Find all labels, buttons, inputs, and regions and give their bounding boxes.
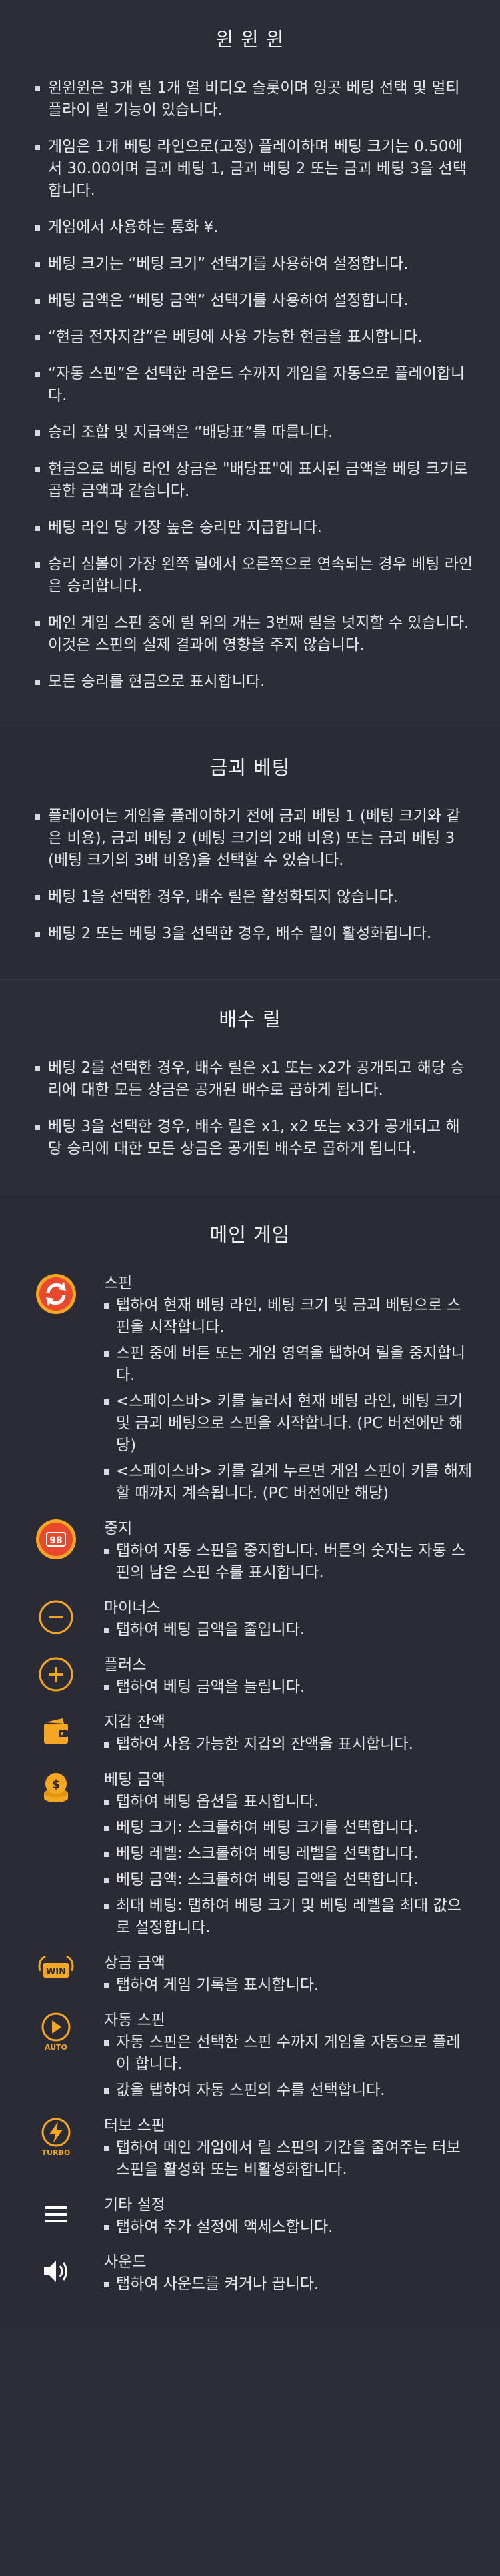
turbo-spin-row: TURBO 터보 스핀 탭하여 메인 게임에서 릴 스핀의 기간을 줄여주는 터… <box>32 2115 473 2185</box>
list-item: 게임은 1개 베팅 라인으로(고정) 플레이하며 베팅 크기는 0.50에서 3… <box>35 136 473 202</box>
wallet-row: 지갑 잔액 탭하여 사용 가능한 지갑의 잔액을 표시합니다. <box>32 1712 473 1760</box>
rules-page: 윈 윈 윈 윈윈윈은 3개 릴 1개 열 비디오 슬롯이며 잉곳 베팅 선택 및… <box>0 0 500 2329</box>
list-item: 베팅 1을 선택한 경우, 배수 릴은 활성화되지 않습니다. <box>35 886 473 908</box>
row-title: 플러스 <box>104 1656 147 1674</box>
list-item: 탭하여 베팅 금액을 줄입니다. <box>104 1619 473 1641</box>
list-item: <스페이스바> 키를 눌러서 현재 베팅 라인, 베팅 크기 및 금괴 베팅으로… <box>104 1391 473 1457</box>
intro-list: 윈윈윈은 3개 릴 1개 열 비디오 슬롯이며 잉곳 베팅 선택 및 멀티플라이… <box>0 77 500 693</box>
list-item: 윈윈윈은 3개 릴 1개 열 비디오 슬롯이며 잉곳 베팅 선택 및 멀티플라이… <box>35 77 473 121</box>
stop-count-label: 98 <box>49 1535 62 1546</box>
list-item: 승리 심볼이 가장 왼쪽 릴에서 오른쪽으로 연속되는 경우 베팅 라인은 승리… <box>35 554 473 598</box>
gold-bet-list: 플레이어는 게임을 플레이하기 전에 금괴 베팅 1 (베팅 크기와 같은 비용… <box>0 806 500 945</box>
row-title: 기타 설정 <box>104 2196 165 2214</box>
intro-section: 윈 윈 윈 윈윈윈은 3개 릴 1개 열 비디오 슬롯이며 잉곳 베팅 선택 및… <box>0 0 500 728</box>
list-item: 탭하여 메인 게임에서 릴 스핀의 기간을 줄여주는 터보 스핀을 활성화 또는… <box>104 2137 473 2181</box>
section-title: 금괴 베팅 <box>209 756 291 779</box>
win-row: WIN 상금 금액 탭하여 게임 기록을 표시합니다. <box>32 1952 473 2000</box>
list-item: 자동 스핀은 선택한 스핀 수까지 게임을 자동으로 플레이 합니다. <box>104 2032 473 2076</box>
list-item: “자동 스핀”은 선택한 라운드 수까지 게임을 자동으로 플레이합니다. <box>35 363 473 407</box>
plus-icon <box>32 1654 80 1702</box>
list-item: 승리 조합 및 지급액은 “배당표”를 따릅니다. <box>35 422 473 444</box>
list-item: 베팅 3을 선택한 경우, 배수 릴은 x1, x2 또는 x3가 공개되고 해… <box>35 1116 473 1160</box>
list-item: <스페이스바> 키를 길게 누르면 게임 스핀이 키를 해제할 때까지 계속됩니… <box>104 1461 473 1505</box>
auto-spin-icon: AUTO <box>32 2010 80 2058</box>
sound-icon <box>32 2252 80 2299</box>
row-title: 마이너스 <box>104 1599 161 1616</box>
wallet-icon <box>32 1712 80 1760</box>
row-title: 중지 <box>104 1520 133 1537</box>
auto-label: AUTO <box>45 2043 67 2052</box>
list-item: 베팅 크기: 스크롤하여 베팅 크기를 선택합니다. <box>104 1817 473 1839</box>
list-item: 모든 승리를 현금으로 표시합니다. <box>35 671 473 693</box>
row-title: 스핀 <box>104 1275 133 1292</box>
list-item: 최대 베팅: 탭하여 베팅 크기 및 베팅 레벨을 최대 값으로 설정합니다. <box>104 1895 473 1939</box>
multiplier-reel-list: 베팅 2를 선택한 경우, 배수 릴은 x1 또는 x2가 공개되고 해당 승리… <box>0 1057 500 1160</box>
list-item: 탭하여 사용 가능한 지갑의 잔액을 표시합니다. <box>104 1734 473 1756</box>
stop-row: 98 중지 탭하여 자동 스핀을 중지합니다. 버튼의 숫자는 자동 스핀의 남… <box>32 1518 473 1588</box>
list-item: 탭하여 게임 기록을 표시합니다. <box>104 1974 473 1996</box>
win-label: WIN <box>46 1967 66 1977</box>
turbo-label: TURBO <box>42 2148 71 2157</box>
row-title: 터보 스핀 <box>104 2117 165 2134</box>
section-title: 윈 윈 윈 <box>215 28 285 51</box>
list-item: 탭하여 현재 베팅 라인, 베팅 크기 및 금괴 베팅으로 스핀을 시작합니다. <box>104 1295 473 1339</box>
list-item: 게임에서 사용하는 통화 ¥. <box>35 217 473 239</box>
list-item: 베팅 금액은 “베팅 금액” 선택기를 사용하여 설정합니다. <box>35 290 473 312</box>
list-item: 플레이어는 게임을 플레이하기 전에 금괴 베팅 1 (베팅 크기와 같은 비용… <box>35 806 473 872</box>
list-item: 탭하여 자동 스핀을 중지합니다. 버튼의 숫자는 자동 스핀의 남은 스핀 수… <box>104 1540 473 1584</box>
plus-row: 플러스 탭하여 베팅 금액을 늘립니다. <box>32 1654 473 1702</box>
list-item: 탭하여 추가 설정에 액세스합니다. <box>104 2216 473 2238</box>
list-item: 베팅 2 또는 베팅 3을 선택한 경우, 배수 릴이 활성화됩니다. <box>35 923 473 945</box>
list-item: 베팅 라인 당 가장 높은 승리만 지급합니다. <box>35 517 473 539</box>
spin-icon <box>32 1273 80 1321</box>
svg-text:$: $ <box>52 1778 61 1792</box>
coins-icon: $ <box>32 1769 80 1817</box>
list-item: 베팅 레벨: 스크롤하여 베팅 레벨을 선택합니다. <box>104 1843 473 1865</box>
settings-row: 기타 설정 탭하여 추가 설정에 액세스합니다. <box>32 2194 473 2242</box>
row-title: 자동 스핀 <box>104 2012 165 2029</box>
sound-row: 사운드 탭하여 사운드를 켜거나 끕니다. <box>32 2252 473 2299</box>
list-item: 베팅 크기는 “베팅 크기” 선택기를 사용하여 설정합니다. <box>35 253 473 275</box>
list-item: “현금 전자지갑”은 베팅에 사용 가능한 현금을 표시합니다. <box>35 326 473 348</box>
auto-spin-row: AUTO 자동 스핀 자동 스핀은 선택한 스핀 수까지 게임을 자동으로 플레… <box>32 2010 473 2106</box>
list-item: 베팅 2를 선택한 경우, 배수 릴은 x1 또는 x2가 공개되고 해당 승리… <box>35 1057 473 1101</box>
row-title: 사운드 <box>104 2254 147 2271</box>
bet-amount-row: $ 베팅 금액 탭하여 베팅 옵션을 표시합니다. 베팅 크기: 스크롤하여 베… <box>32 1769 473 1943</box>
main-game-section: 메인 게임 스핀 탭하여 현재 베팅 라인, 베팅 크기 및 금괴 베팅으로 스… <box>0 1195 500 2329</box>
minus-icon <box>32 1597 80 1645</box>
win-icon: WIN <box>32 1952 80 2000</box>
spin-row: 스핀 탭하여 현재 베팅 라인, 베팅 크기 및 금괴 베팅으로 스핀을 시작합… <box>32 1273 473 1509</box>
menu-icon <box>32 2194 80 2242</box>
row-title: 베팅 금액 <box>104 1771 165 1788</box>
turbo-spin-icon: TURBO <box>32 2115 80 2163</box>
section-title: 메인 게임 <box>209 1223 291 1246</box>
list-item: 탭하여 베팅 금액을 늘립니다. <box>104 1676 473 1698</box>
multiplier-reel-section: 배수 릴 베팅 2를 선택한 경우, 배수 릴은 x1 또는 x2가 공개되고 … <box>0 979 500 1195</box>
row-title: 상금 금액 <box>104 1954 165 1972</box>
gold-bet-section: 금괴 베팅 플레이어는 게임을 플레이하기 전에 금괴 베팅 1 (베팅 크기와… <box>0 728 500 979</box>
list-item: 현금으로 베팅 라인 상금은 "배당표"에 표시된 금액을 베팅 크기로 곱한 … <box>35 458 473 502</box>
list-item: 탭하여 베팅 옵션을 표시합니다. <box>104 1791 473 1813</box>
list-item: 값을 탭하여 자동 스핀의 수를 선택합니다. <box>104 2080 473 2102</box>
section-title: 배수 릴 <box>219 1008 281 1031</box>
list-item: 탭하여 사운드를 켜거나 끕니다. <box>104 2273 473 2295</box>
list-item: 베팅 금액: 스크롤하여 베팅 금액을 선택합니다. <box>104 1869 473 1891</box>
minus-row: 마이너스 탭하여 베팅 금액을 줄입니다. <box>32 1597 473 1645</box>
list-item: 메인 게임 스핀 중에 릴 위의 개는 3번째 릴을 넛지할 수 있습니다. 이… <box>35 612 473 656</box>
row-title: 지갑 잔액 <box>104 1714 165 1731</box>
list-item: 스핀 중에 버튼 또는 게임 영역을 탭하여 릴을 중지합니다. <box>104 1343 473 1387</box>
stop-icon: 98 <box>32 1518 80 1566</box>
